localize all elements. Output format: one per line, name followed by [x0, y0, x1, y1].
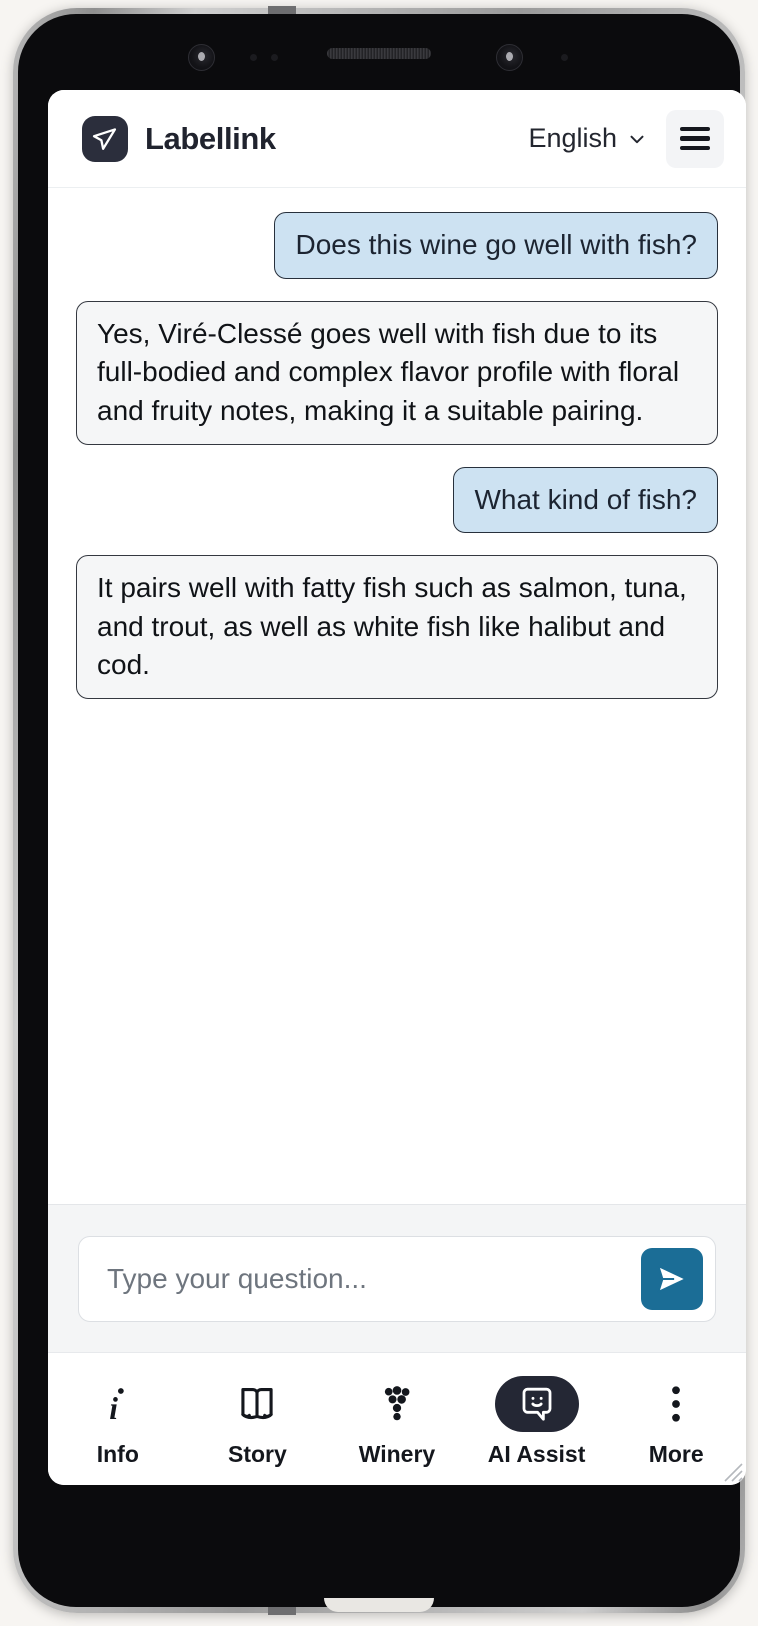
navigation-arrow-icon [82, 115, 128, 162]
proximity-sensor [271, 54, 278, 61]
nav-label: More [648, 1441, 704, 1467]
app-header: Labellink English [48, 90, 746, 188]
user-message-bubble: What kind of fish? [453, 466, 718, 534]
nav-label: Winery [358, 1441, 436, 1467]
nav-label: Info [96, 1441, 139, 1467]
language-selector[interactable]: English [528, 123, 648, 154]
bottom-navigation-bar: i Info Story Winery AI Assist More [48, 1352, 746, 1485]
nav-item-story[interactable]: Story [188, 1370, 328, 1468]
composer-input-wrapper[interactable] [78, 1235, 716, 1322]
phone-chin-notch [324, 1598, 434, 1612]
app-viewport: Labellink English Does this wine go well… [48, 90, 746, 1485]
chevron-down-icon [630, 135, 644, 143]
nav-label: Story [227, 1441, 287, 1467]
user-message-bubble: Does this wine go well with fish? [274, 212, 718, 279]
front-camera-icon [188, 44, 215, 71]
assistant-message-bubble: Yes, Viré-Clessé goes well with fish due… [76, 300, 718, 445]
nav-item-info[interactable]: i Info [48, 1370, 188, 1468]
question-input[interactable] [107, 1262, 641, 1295]
language-label: English [528, 123, 617, 153]
header-actions: English [528, 109, 724, 168]
chat-message-row: What kind of fish? [76, 466, 718, 534]
open-book-icon [215, 1376, 299, 1432]
hamburger-menu-icon[interactable] [666, 109, 724, 168]
chat-message-row: Does this wine go well with fish? [76, 212, 718, 279]
message-composer [48, 1204, 746, 1352]
brand-logo: Labellink [82, 115, 276, 162]
resize-handle[interactable] [713, 1452, 743, 1482]
send-paper-plane-icon [657, 1265, 687, 1292]
nav-item-ai-assist[interactable]: AI Assist [467, 1370, 607, 1468]
earpiece-speaker [327, 48, 431, 59]
smiley-chat-bubble-icon [494, 1376, 579, 1432]
nav-label: AI Assist [487, 1441, 586, 1467]
chat-message-row: Yes, Viré-Clessé goes well with fish due… [76, 300, 718, 445]
light-sensor [561, 54, 568, 61]
grape-cluster-icon [355, 1376, 439, 1432]
phone-device-frame: Labellink English Does this wine go well… [13, 6, 746, 1615]
nav-item-winery[interactable]: Winery [327, 1370, 467, 1468]
proximity-sensor [250, 54, 257, 61]
three-dots-vertical-icon [634, 1376, 718, 1432]
chat-message-row: It pairs well with fatty fish such as sa… [76, 555, 718, 699]
send-button[interactable] [641, 1247, 703, 1310]
front-camera-icon [496, 44, 523, 71]
assistant-message-bubble: It pairs well with fatty fish such as sa… [76, 555, 718, 699]
svg-text:i: i [109, 1391, 118, 1423]
info-italic-i-icon: i [76, 1376, 160, 1432]
phone-body: Labellink English Does this wine go well… [18, 14, 746, 1612]
chat-message-list: Does this wine go well with fish? Yes, V… [48, 188, 746, 1204]
brand-name: Labellink [145, 120, 276, 156]
